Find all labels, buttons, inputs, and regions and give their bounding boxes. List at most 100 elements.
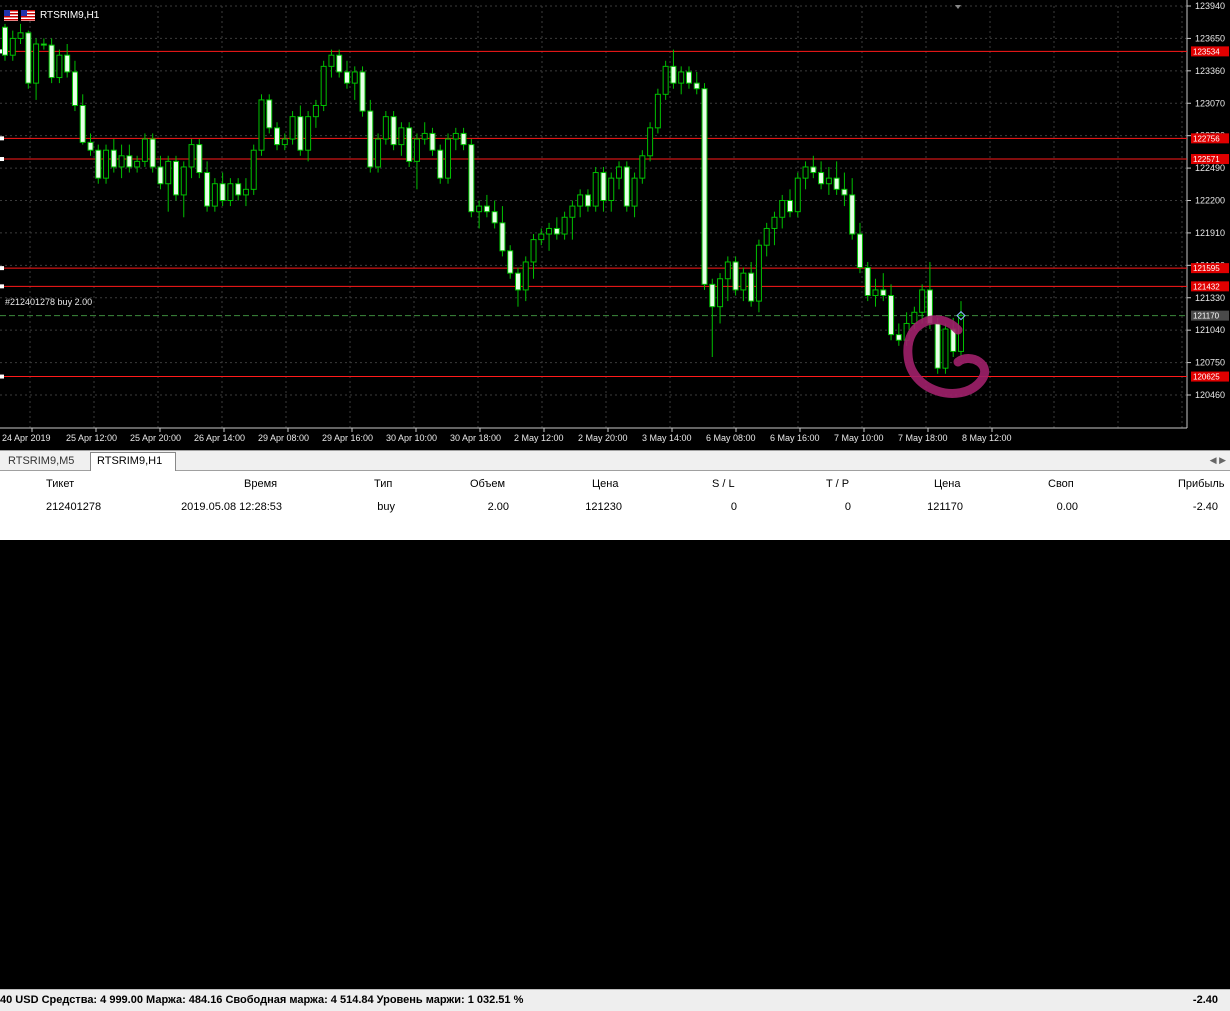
time-axis-label: 8 May 12:00 <box>962 433 1012 443</box>
candle-body <box>320 65 327 106</box>
candle-body <box>445 138 452 179</box>
candle-body <box>312 104 319 118</box>
cell-tp: 0 <box>844 501 851 513</box>
header-price[interactable]: Цена <box>592 478 618 490</box>
candle-body <box>56 54 63 79</box>
cell-profit: -2.40 <box>1192 501 1218 513</box>
header-time[interactable]: Время <box>244 478 277 490</box>
tab-rtsrim9-m5[interactable]: RTSRIM9,M5 <box>2 453 80 469</box>
table-row[interactable]: 212401278 2019.05.08 12:28:53 buy 2.00 1… <box>0 499 1230 519</box>
candle-body <box>685 71 692 84</box>
candle-body <box>165 160 172 185</box>
header-ticket[interactable]: Тикет <box>46 478 74 490</box>
candle-body <box>64 54 71 73</box>
chart-shift-icon <box>955 5 961 9</box>
account-summary-text: 40 USD Средства: 4 999.00 Маржа: 484.16 … <box>0 994 524 1006</box>
candle-body <box>157 166 164 185</box>
trade-table: Тикет Время Тип Объем Цена S / L T / P Ц… <box>0 471 1230 1011</box>
candle-body <box>266 99 273 129</box>
candle-body <box>678 71 685 84</box>
candle-body <box>942 328 949 369</box>
chart-title: RTSRIM9,H1 <box>40 9 100 21</box>
candle-body <box>227 183 234 201</box>
candle-body <box>616 166 623 179</box>
candle-body <box>421 132 428 140</box>
candle-body <box>577 194 584 207</box>
candle-body <box>204 172 211 207</box>
tab-rtsrim9-h1[interactable]: RTSRIM9,H1 <box>90 452 176 471</box>
candle-body <box>9 37 16 56</box>
candle-body <box>141 138 148 162</box>
candle-body <box>382 116 389 140</box>
time-axis-label: 7 May 18:00 <box>898 433 948 443</box>
cell-price: 121230 <box>585 501 622 513</box>
candle-body <box>810 166 817 174</box>
candle-body <box>196 144 203 174</box>
time-axis-label: 3 May 14:00 <box>642 433 692 443</box>
candle-body <box>211 183 218 207</box>
candle-body <box>919 289 926 313</box>
header-profit[interactable]: Прибыль <box>1178 478 1225 490</box>
header-sl[interactable]: S / L <box>712 478 735 490</box>
header-swap[interactable]: Своп <box>1048 478 1074 490</box>
candle-body <box>654 93 661 129</box>
candle-body <box>351 71 358 84</box>
cell-time: 2019.05.08 12:28:53 <box>181 501 282 513</box>
header-volume[interactable]: Объем <box>470 478 505 490</box>
candle-body <box>794 177 801 213</box>
time-axis-label: 25 Apr 12:00 <box>66 433 117 443</box>
price-chart[interactable]: 1239401236501233601230701227801224901222… <box>0 0 1230 450</box>
candle-body <box>662 65 669 95</box>
time-axis-label: 24 Apr 2019 <box>2 433 51 443</box>
candle-body <box>934 322 941 369</box>
candle-body <box>375 138 382 168</box>
candle-body <box>732 261 739 291</box>
candle-body <box>110 149 117 168</box>
candle-body <box>87 141 94 151</box>
candle-body <box>740 272 747 291</box>
candle-body <box>476 205 483 213</box>
header-type[interactable]: Тип <box>374 478 392 490</box>
time-axis-label: 6 May 08:00 <box>706 433 756 443</box>
candle-body <box>771 216 778 229</box>
account-summary-bar[interactable]: 40 USD Средства: 4 999.00 Маржа: 484.16 … <box>0 989 1230 1011</box>
cell-sl: 0 <box>730 501 737 513</box>
candle-body <box>242 188 249 196</box>
time-axis-label: 29 Apr 16:00 <box>322 433 373 443</box>
candle-body <box>359 71 366 112</box>
candle-body <box>180 166 187 196</box>
candle-body <box>911 311 918 324</box>
price-axis-label: 122200 <box>1195 196 1225 206</box>
candle-body <box>888 295 895 336</box>
candle-body <box>825 177 832 185</box>
tab-scroll-arrows-icon[interactable]: ◀ ▶ <box>1210 455 1226 466</box>
candle-body <box>818 172 825 185</box>
cell-ticket: 212401278 <box>46 501 102 513</box>
candle-body <box>219 183 226 201</box>
candle-body <box>95 149 102 179</box>
candle-body <box>429 132 436 151</box>
candle-body <box>343 71 350 84</box>
price-axis-label: 120460 <box>1195 390 1225 400</box>
header-tp[interactable]: T / P <box>826 478 849 490</box>
level-price-tag-label: 122571 <box>1193 155 1220 164</box>
level-handle <box>0 374 4 379</box>
candle-body <box>289 116 296 140</box>
candle-body <box>623 166 630 207</box>
candle-body <box>250 149 257 190</box>
current-price-label: 121170 <box>1193 312 1220 321</box>
candle-body <box>188 144 195 168</box>
time-axis-label: 2 May 20:00 <box>578 433 628 443</box>
price-axis-label: 120750 <box>1195 358 1225 368</box>
chart-title-bar: RTSRIM9,H1 <box>4 8 99 22</box>
candle-body <box>717 278 724 308</box>
candle-body <box>235 183 242 196</box>
chart-area[interactable]: 1239401236501233601230701227801224901222… <box>0 0 1230 450</box>
candle-body <box>25 32 32 84</box>
candle-body <box>592 172 599 207</box>
candle-body <box>833 177 840 190</box>
header-current-price[interactable]: Цена <box>934 478 960 490</box>
level-price-tag-label: 120625 <box>1193 373 1220 382</box>
candle-body <box>880 289 887 297</box>
candle-body <box>281 138 288 146</box>
